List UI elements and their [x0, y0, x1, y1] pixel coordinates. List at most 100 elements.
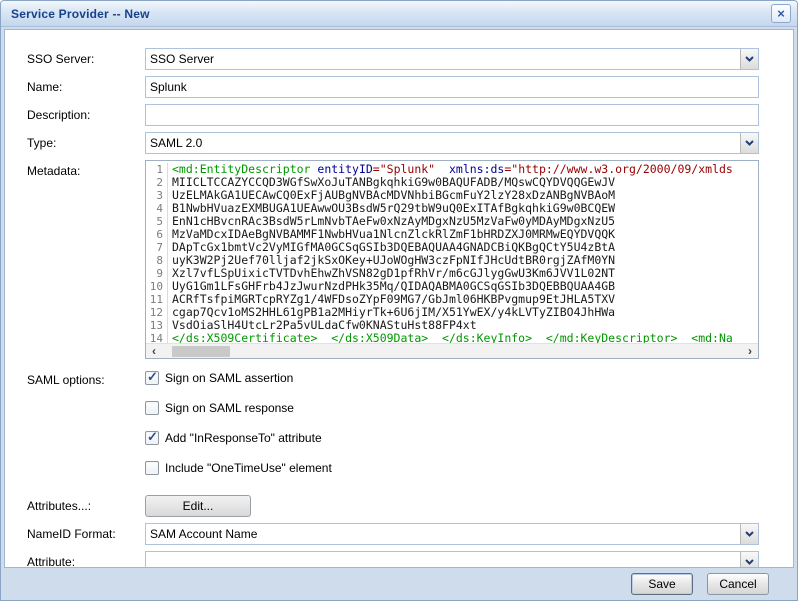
attribute-label: Attribute:	[27, 551, 145, 568]
code-line-text: EnN1cHBvcnRAc3BsdW5rLmNvbTAeFw0xNzAyMDgx…	[168, 215, 615, 228]
sso-server-label: SSO Server:	[27, 48, 145, 66]
name-row: Name:	[27, 76, 759, 98]
cancel-button[interactable]: Cancel	[707, 573, 769, 595]
titlebar: Service Provider -- New ×	[1, 1, 797, 27]
type-row: Type: SAML 2.0	[27, 132, 759, 154]
code-line-text: <md:EntityDescriptor entityID="Splunk" x…	[168, 163, 733, 176]
line-number: 11	[146, 293, 168, 306]
sign-on-saml-assertion-checkbox[interactable]: ✓	[145, 371, 159, 385]
close-button[interactable]: ×	[771, 4, 791, 23]
close-icon: ×	[777, 7, 785, 20]
metadata-label: Metadata:	[27, 160, 145, 178]
save-button[interactable]: Save	[631, 573, 693, 595]
sign-on-saml-assertion-row: ✓ Sign on SAML assertion	[145, 369, 759, 387]
description-row: Description:	[27, 104, 759, 126]
code-line-text: MzVaMDcxIDAeBgNVBAMMF1NwbHVua1NlcnZlckRl…	[168, 228, 615, 241]
code-line-text: Xzl7vfLSpUixicTVTDvhEhwZhVSN82gD1pfRhVr/…	[168, 267, 615, 280]
add-inresponseto-attribute-label[interactable]: Add "InResponseTo" attribute	[165, 431, 322, 445]
scroll-right-icon[interactable]: ›	[742, 344, 758, 359]
code-line: 7DApTcGx1bmtVc2VyMIGfMA0GCSqGSIb3DQEBAQU…	[146, 241, 758, 254]
type-select[interactable]: SAML 2.0	[145, 132, 759, 154]
code-line-text: B1NwbHVuazEXMBUGA1UEAwwOU3BsdW5rQ29tbW9u…	[168, 202, 615, 215]
type-value: SAML 2.0	[146, 136, 206, 150]
description-input[interactable]	[145, 104, 759, 126]
sign-on-saml-response-row: Sign on SAML response	[145, 399, 759, 417]
chevron-down-icon[interactable]	[740, 552, 758, 568]
sso-server-row: SSO Server: SSO Server	[27, 48, 759, 70]
scroll-left-icon[interactable]: ‹	[146, 344, 162, 359]
check-icon: ✓	[147, 429, 158, 445]
sign-on-saml-assertion-label[interactable]: Sign on SAML assertion	[165, 371, 293, 385]
code-line: 2MIICLTCCAZYCCQD3WGfSwXoJuTANBgkqhkiG9w0…	[146, 176, 758, 189]
code-line: 11ACRfTsfpiMGRTcpRYZg1/4WFDsoZYpF09MG7/G…	[146, 293, 758, 306]
nameid-format-select[interactable]: SAM Account Name	[145, 523, 759, 545]
saml-options-label: SAML options:	[27, 369, 145, 387]
code-line: 6MzVaMDcxIDAeBgNVBAMMF1NwbHVua1NlcnZlckR…	[146, 228, 758, 241]
code-line: 8uyK3W2Pj2Uef70lljaf2jkSxOKey+UJoWOgHW3c…	[146, 254, 758, 267]
line-number: 9	[146, 267, 168, 280]
line-number: 4	[146, 202, 168, 215]
code-line-text: </ds:X509Certificate> </ds:X509Data> </d…	[168, 332, 733, 343]
code-line: 5EnN1cHBvcnRAc3BsdW5rLmNvbTAeFw0xNzAyMDg…	[146, 215, 758, 228]
line-number: 12	[146, 306, 168, 319]
code-lines: 1<md:EntityDescriptor entityID="Splunk" …	[146, 161, 758, 343]
horizontal-scrollbar[interactable]: ‹ ›	[146, 343, 758, 358]
nameid-format-value: SAM Account Name	[146, 527, 261, 541]
attributes-row: Attributes...: Edit...	[27, 495, 759, 517]
sign-on-saml-response-checkbox[interactable]	[145, 401, 159, 415]
attributes-label: Attributes...:	[27, 495, 145, 513]
include-onetimeuse-element-checkbox[interactable]	[145, 461, 159, 475]
code-line-text: DApTcGx1bmtVc2VyMIGfMA0GCSqGSIb3DQEBAQUA…	[168, 241, 615, 254]
code-line: 12cgap7Qcv1oMS2HHL61gPB1a2MHiyrTk+6U6jIM…	[146, 306, 758, 319]
nameid-format-label: NameID Format:	[27, 523, 145, 541]
attribute-select[interactable]	[145, 551, 759, 568]
scrollbar-track[interactable]	[162, 344, 742, 358]
code-line-text: UyG1Gm1LFsGHFrb4JzJwurNzdPHk35Mq/QIDAQAB…	[168, 280, 615, 293]
saml-options-list: ✓ Sign on SAML assertion Sign on SAML resp…	[145, 369, 759, 489]
metadata-editor[interactable]: 1<md:EntityDescriptor entityID="Splunk" …	[145, 160, 759, 359]
code-line: 14</ds:X509Certificate> </ds:X509Data> <…	[146, 332, 758, 343]
service-provider-dialog: Service Provider -- New × SSO Server: SS…	[0, 0, 798, 601]
code-line: 10UyG1Gm1LFsGHFrb4JzJwurNzdPHk35Mq/QIDAQ…	[146, 280, 758, 293]
code-line: 13VsdOiaSlH4UtcLr2Pa5vULdaCfw0KNAStuHst8…	[146, 319, 758, 332]
code-line-text: cgap7Qcv1oMS2HHL61gPB1a2MHiyrTk+6U6jIM/X…	[168, 306, 615, 319]
check-icon: ✓	[147, 369, 158, 385]
add-inresponseto-attribute-checkbox[interactable]: ✓	[145, 431, 159, 445]
line-number: 14	[146, 332, 168, 343]
chevron-down-icon[interactable]	[740, 133, 758, 153]
dialog-body: SSO Server: SSO Server Name: Description…	[4, 29, 794, 568]
include-onetimeuse-element-label[interactable]: Include "OneTimeUse" element	[165, 461, 332, 475]
line-number: 10	[146, 280, 168, 293]
code-line: 9Xzl7vfLSpUixicTVTDvhEhwZhVSN82gD1pfRhVr…	[146, 267, 758, 280]
code-line-text: UzELMAkGA1UECAwCQ0ExFjAUBgNVBAcMDVNhbiBG…	[168, 189, 615, 202]
name-input[interactable]	[145, 76, 759, 98]
name-label: Name:	[27, 76, 145, 94]
sign-on-saml-response-label[interactable]: Sign on SAML response	[165, 401, 294, 415]
code-line-text: ACRfTsfpiMGRTcpRYZg1/4WFDsoZYpF09MG7/GbJ…	[168, 293, 615, 306]
dialog-title: Service Provider -- New	[11, 7, 150, 21]
code-line: 4B1NwbHVuazEXMBUGA1UEAwwOU3BsdW5rQ29tbW9…	[146, 202, 758, 215]
sso-server-value: SSO Server	[146, 52, 218, 66]
metadata-row: Metadata: 1<md:EntityDescriptor entityID…	[27, 160, 759, 359]
saml-options-row: SAML options: ✓ Sign on SAML assertion Sig…	[27, 369, 759, 489]
type-label: Type:	[27, 132, 145, 150]
code-line-text: MIICLTCCAZYCCQD3WGfSwXoJuTANBgkqhkiG9w0B…	[168, 176, 615, 189]
line-number: 8	[146, 254, 168, 267]
line-number: 2	[146, 176, 168, 189]
line-number: 7	[146, 241, 168, 254]
nameid-format-row: NameID Format: SAM Account Name	[27, 523, 759, 545]
line-number: 6	[146, 228, 168, 241]
add-inresponseto-attribute-row: ✓ Add "InResponseTo" attribute	[145, 429, 759, 447]
attribute-row: Attribute:	[27, 551, 759, 568]
chevron-down-icon[interactable]	[740, 49, 758, 69]
line-number: 1	[146, 163, 168, 176]
dialog-footer: Save Cancel	[1, 568, 797, 600]
sso-server-select[interactable]: SSO Server	[145, 48, 759, 70]
scrollbar-thumb[interactable]	[172, 346, 230, 357]
code-line: 3UzELMAkGA1UECAwCQ0ExFjAUBgNVBAcMDVNhbiB…	[146, 189, 758, 202]
edit-attributes-button[interactable]: Edit...	[145, 495, 251, 517]
line-number: 13	[146, 319, 168, 332]
chevron-down-icon[interactable]	[740, 524, 758, 544]
line-number: 3	[146, 189, 168, 202]
code-line: 1<md:EntityDescriptor entityID="Splunk" …	[146, 163, 758, 176]
